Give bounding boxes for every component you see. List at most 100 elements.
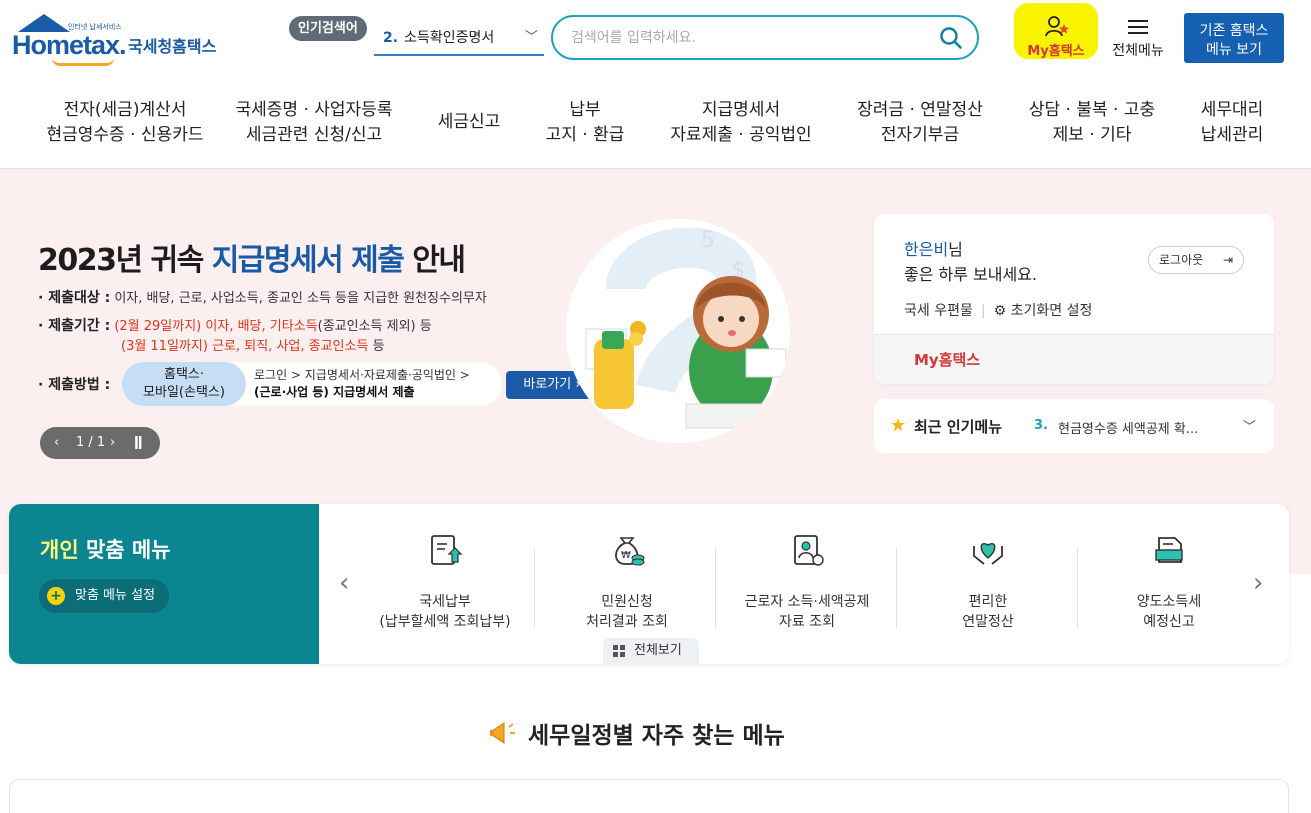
personal-menu-item-label: 양도소득세 예정신고 — [1079, 592, 1259, 632]
submission-period-row2: (3월 11일까지) 근로, 퇴직, 사업, 종교인소득 등 — [121, 335, 385, 354]
gnb-item-consulting[interactable]: 상담 · 불복 · 고충 제보 · 기타 — [1018, 98, 1166, 148]
custom-menu-setting-button[interactable]: + 맞춤 메뉴 설정 — [39, 579, 170, 613]
deduction-document-icon — [794, 535, 824, 566]
my-hometax-button[interactable]: My홈택스 — [1014, 3, 1098, 59]
heart-hands-icon — [973, 543, 1003, 565]
slide-counter: 1 / 1 — [76, 435, 106, 450]
svg-text:5: 5 — [701, 228, 715, 253]
personal-menu-item-label: 국세납부 (납부할세액 조회납부) — [355, 592, 535, 632]
popular-search-keyword[interactable]: 소득확인증명서 — [404, 30, 494, 46]
personal-menu-item-deduction[interactable]: 근로자 소득·세액공제 자료 조회 — [717, 532, 897, 632]
gnb-item-certificate[interactable]: 국세증명 · 사업자등록 세금관련 신청/신고 — [222, 98, 406, 148]
tax-mailbox-link[interactable]: 국세 우편물 — [904, 303, 973, 319]
item-line2: 처리결과 조회 — [586, 614, 668, 630]
schedule-menu-title: 세무일정별 자주 찾는 메뉴 — [488, 716, 785, 750]
user-info-card: 한은비님 좋은 하루 보내세요. 로그아웃 ⇥ 국세 우편물 | ⚙ 초기화면 설정… — [874, 214, 1274, 384]
gnb-item-e-invoice[interactable]: 전자(세금)계산서 현금영수증 · 신용카드 — [30, 98, 220, 148]
popular-menu-item[interactable]: 현금영수증 세액공제 확... — [1058, 418, 1198, 437]
home-setting-link[interactable]: 초기화면 설정 — [1011, 303, 1093, 319]
logout-button[interactable]: 로그아웃 ⇥ — [1148, 246, 1244, 274]
personal-menu-item-year-end[interactable]: 편리한 연말정산 — [898, 532, 1078, 632]
logo-korean: 국세청홈택스 — [128, 37, 217, 56]
item-line1: 근로자 소득·세액공제 — [744, 594, 870, 610]
next-slide-icon[interactable]: › — [110, 427, 115, 459]
submission-period-row: · 제출기간 : (2월 29일까지) 이자, 배당, 기타소득(종교인소득 제… — [38, 315, 432, 335]
gnb-item-line2: 고지 · 환급 — [545, 125, 625, 145]
hometax-logo[interactable]: 인터넷 납세서비스 Hometax. 국세청홈택스 — [12, 14, 232, 66]
chevron-down-icon[interactable]: ﹀ — [525, 24, 538, 52]
old-hometax-line2: 메뉴 보기 — [1206, 42, 1262, 58]
user-name: 한은비님 — [904, 236, 963, 260]
user-name-value: 한은비 — [904, 240, 949, 259]
personal-menu-item-label: 근로자 소득·세액공제 자료 조회 — [717, 592, 897, 632]
gnb-item-tax-agent[interactable]: 세무대리 납세관리 — [1190, 98, 1274, 148]
submission-target-text: 이자, 배당, 근로, 사업소득, 종교인 소득 등을 지급한 원천징수의무자 — [114, 291, 487, 306]
all-menu-button[interactable]: 전체메뉴 — [1106, 16, 1170, 60]
link-divider: | — [980, 303, 986, 319]
gnb-item-line2: 전자기부금 — [880, 125, 960, 145]
user-card-links: 국세 우편물 | ⚙ 초기화면 설정 — [904, 300, 1092, 320]
banner-title-highlight: 지급명세서 제출 — [211, 243, 405, 278]
popular-search-badge: 인기검색어 — [289, 16, 367, 41]
chevron-down-icon[interactable]: ﹀ — [1243, 416, 1256, 435]
item-line2: 연말정산 — [962, 614, 1014, 630]
item-line1: 양도소득세 — [1136, 594, 1202, 610]
popular-menu-rank: 3. — [1034, 418, 1048, 433]
prev-slide-icon[interactable]: ‹ — [54, 427, 59, 459]
tax-payment-icon — [431, 535, 463, 565]
gnb-item-line2: 제보 · 기타 — [1052, 125, 1132, 145]
personal-menu-item-civil-request[interactable]: ₩ 민원신청 처리결과 조회 — [537, 532, 717, 632]
carousel-prev-icon[interactable]: ‹ — [339, 570, 349, 596]
user-name-suffix: 님 — [948, 240, 963, 259]
old-hometax-line1: 기존 홈택스 — [1199, 23, 1269, 39]
grid-icon — [613, 645, 626, 658]
method-path: 로그인 > 지급명세서·자료제출·공익법인 > (근로·사업 등) 지급명세서 … — [254, 367, 470, 401]
schedule-title-text: 세무일정별 자주 찾는 메뉴 — [528, 723, 785, 749]
gnb-item-tax-report[interactable]: 세금신고 — [424, 110, 514, 135]
submission-target-row: · 제출대상 : 이자, 배당, 근로, 사업소득, 종교인 소득 등을 지급한… — [38, 287, 487, 307]
personal-menu-item-label: 편리한 연말정산 — [898, 592, 1078, 632]
gnb-item-line1: 납부 — [569, 100, 601, 120]
banner-pager: ‹ 1 / 1 › ǁ — [40, 427, 160, 459]
gnb-item-payment-statement[interactable]: 지급명세서 자료제출 · 공익법인 — [660, 98, 822, 148]
item-line1: 편리한 — [968, 594, 1008, 610]
view-all-button[interactable]: 전체보기 — [603, 638, 699, 664]
go-button-label: 바로가기 — [523, 377, 572, 392]
my-hometax-link-bar[interactable]: My홈택스 — [874, 334, 1274, 384]
my-hometax-link[interactable]: My홈택스 — [914, 349, 980, 370]
method-path-line1: 로그인 > 지급명세서·자료제출·공익법인 > — [254, 368, 470, 382]
gear-icon: ⚙ — [993, 303, 1007, 319]
gnb-item-line1: 지급명세서 — [701, 100, 781, 120]
greeting-text: 좋은 하루 보내세요. — [904, 265, 1038, 284]
gnb-item-line2: 납세관리 — [1200, 125, 1264, 145]
logo-swoosh — [52, 58, 114, 66]
method-path-line2: (근로·사업 등) 지급명세서 제출 — [254, 385, 415, 399]
popular-search-ticker[interactable]: 2. 소득확인증명서 ﹀ — [374, 24, 544, 56]
item-line1: 국세납부 — [419, 594, 471, 610]
search-box — [551, 15, 979, 60]
menu-divider — [534, 548, 535, 628]
submission-period-label: · 제출기간 : — [38, 318, 111, 334]
popular-menu-title: 최근 인기메뉴 — [914, 418, 1003, 436]
period2-note: 등 — [372, 339, 385, 354]
all-menu-label: 전체메뉴 — [1112, 43, 1164, 59]
gnb-item-payment[interactable]: 납부 고지 · 환급 — [530, 98, 640, 148]
popular-search-rank: 2. — [383, 30, 399, 46]
gnb-item-line1: 장려금 · 연말정산 — [857, 100, 983, 120]
personal-menu-item-transfer-tax[interactable]: 양도소득세 예정신고 — [1079, 532, 1259, 632]
search-icon[interactable] — [939, 26, 963, 50]
personal-menu-title: 개인 맞춤 메뉴 — [40, 534, 171, 564]
pause-icon[interactable]: ǁ — [134, 427, 143, 459]
personal-menu-item-tax-payment[interactable]: 국세납부 (납부할세액 조회납부) — [355, 532, 535, 632]
search-input[interactable] — [571, 17, 931, 58]
megaphone-icon — [490, 722, 515, 744]
logo-english: Hometax. — [12, 30, 127, 60]
menu-divider — [1077, 548, 1078, 628]
popular-menu-card[interactable]: ★ 최근 인기메뉴 3. 현금영수증 세액공제 확... ﹀ — [874, 399, 1274, 453]
gnb-item-line1: 국세증명 · 사업자등록 — [235, 100, 393, 120]
period1-note: (종교인소득 제외) 등 — [317, 319, 432, 334]
personal-menu-item-label: 민원신청 처리결과 조회 — [537, 592, 717, 632]
submission-method-label: · 제출방법 : — [38, 377, 111, 393]
gnb-item-year-end[interactable]: 장려금 · 연말정산 전자기부금 — [846, 98, 994, 148]
old-hometax-menu-button[interactable]: 기존 홈택스 메뉴 보기 — [1184, 13, 1284, 63]
